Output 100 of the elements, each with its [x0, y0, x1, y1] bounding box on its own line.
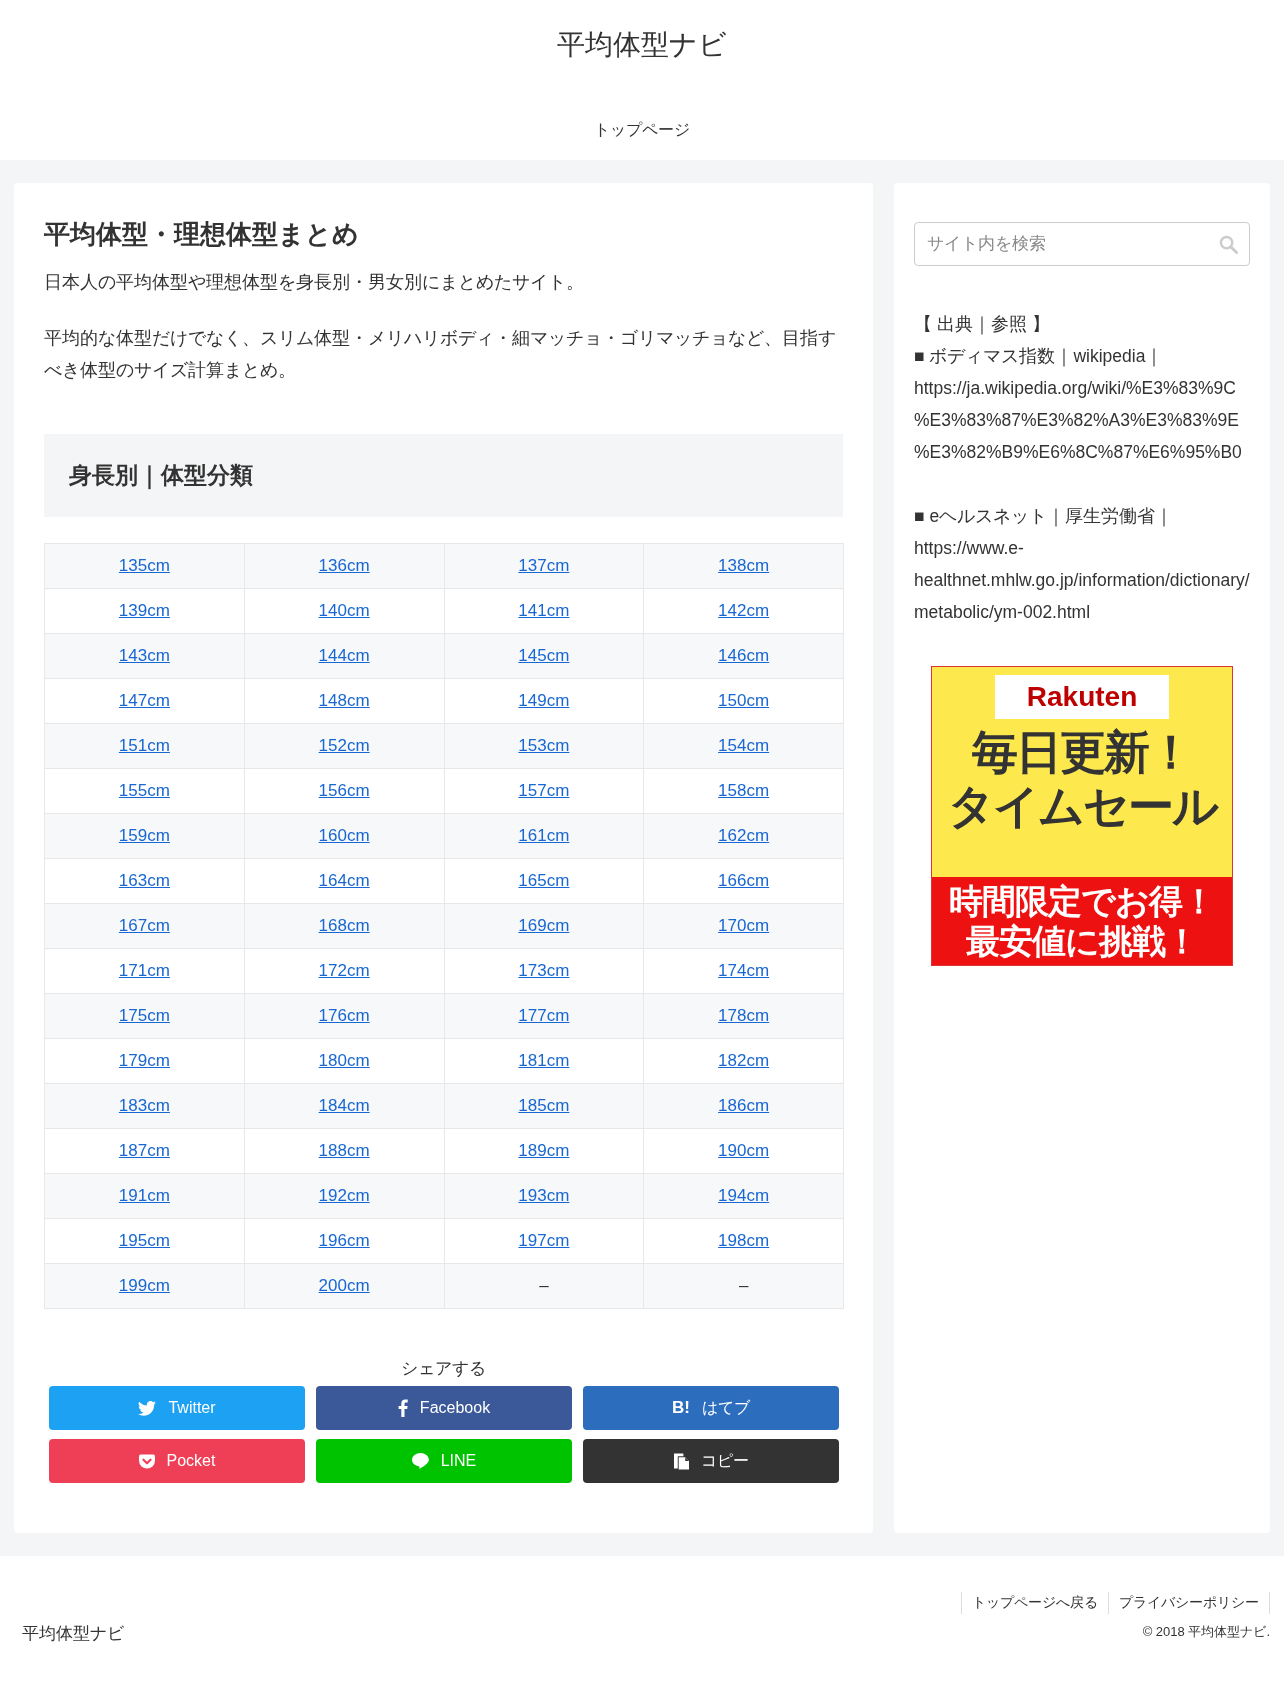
- height-link[interactable]: 143cm: [118, 646, 170, 665]
- height-link[interactable]: 200cm: [318, 1276, 370, 1295]
- height-link[interactable]: 147cm: [118, 691, 170, 710]
- height-link[interactable]: 170cm: [718, 916, 770, 935]
- height-link[interactable]: 190cm: [718, 1141, 770, 1160]
- height-link[interactable]: 191cm: [118, 1186, 170, 1205]
- search-icon[interactable]: [1219, 235, 1238, 254]
- height-link[interactable]: 165cm: [518, 871, 570, 890]
- height-link[interactable]: 178cm: [718, 1006, 770, 1025]
- paragraph: 平均的な体型だけでなく、スリム体型・メリハリボディ・細マッチョ・ゴリマッチョなど、目指すべき体型のサイズ計算まとめ。: [44, 327, 837, 382]
- height-link[interactable]: 152cm: [318, 736, 370, 755]
- height-link[interactable]: 135cm: [118, 556, 170, 575]
- ad-subline: 時間限定でお得！: [949, 881, 1215, 921]
- height-link[interactable]: 168cm: [318, 916, 370, 935]
- letter-f-icon: [397, 1399, 408, 1417]
- copyright: © 2018 平均体型ナビ.: [1142, 1623, 1270, 1641]
- copy-share-button[interactable]: コピー: [583, 1439, 839, 1483]
- height-link[interactable]: 174cm: [718, 961, 770, 980]
- height-link[interactable]: 155cm: [118, 781, 170, 800]
- footer-link[interactable]: プライバシーポリシー: [1108, 1592, 1270, 1614]
- nav-link[interactable]: トップページ: [594, 121, 690, 138]
- height-link[interactable]: 199cm: [118, 1276, 170, 1295]
- footer-site-name[interactable]: 平均体型ナビ: [22, 1622, 124, 1645]
- height-link[interactable]: 145cm: [518, 646, 570, 665]
- height-link[interactable]: 160cm: [318, 826, 370, 845]
- height-link[interactable]: 188cm: [318, 1141, 370, 1160]
- pocket-icon: [138, 1453, 155, 1469]
- height-link[interactable]: 163cm: [118, 871, 170, 890]
- height-link[interactable]: 154cm: [718, 736, 770, 755]
- search-field[interactable]: サイト内を検索: [914, 222, 1250, 266]
- source-label: ■ eヘルスネット｜厚生労働省｜: [914, 505, 1175, 529]
- height-link[interactable]: 187cm: [118, 1141, 170, 1160]
- height-link[interactable]: 167cm: [118, 916, 170, 935]
- ad-headline: 毎日更新！: [972, 725, 1192, 779]
- height-link[interactable]: 149cm: [518, 691, 570, 710]
- height-link[interactable]: 180cm: [318, 1051, 370, 1070]
- height-link[interactable]: 182cm: [718, 1051, 770, 1070]
- height-link[interactable]: 184cm: [318, 1096, 370, 1115]
- source-url: https://ja.wikipedia.org/wiki/%E3%83%9C%E3%83%87%E3%82%A3%E3%83%9E%E3%82%B9%E6%8C%87%E6%95%B0: [914, 377, 1243, 464]
- height-link[interactable]: 195cm: [118, 1231, 170, 1250]
- hatena-share-button[interactable]: B! はてブ: [583, 1386, 839, 1430]
- ad-logo: Rakuten: [1026, 681, 1138, 713]
- twitter-share-button[interactable]: Twitter: [49, 1386, 305, 1430]
- height-link[interactable]: 138cm: [718, 556, 770, 575]
- height-link[interactable]: 179cm: [118, 1051, 170, 1070]
- height-link[interactable]: 198cm: [718, 1231, 770, 1250]
- source-url: https://www.e-healthnet.mhlw.go.jp/information/dictionary/metabolic/ym-002.html: [914, 537, 1250, 624]
- footer-link[interactable]: トップページへ戻る: [961, 1592, 1108, 1614]
- height-link[interactable]: 197cm: [518, 1231, 570, 1250]
- dash-text: –: [738, 1276, 749, 1295]
- height-link[interactable]: 176cm: [318, 1006, 370, 1025]
- height-link[interactable]: 183cm: [118, 1096, 170, 1115]
- height-link[interactable]: 151cm: [118, 736, 170, 755]
- copy-icon: [673, 1452, 689, 1470]
- height-link[interactable]: 169cm: [518, 916, 570, 935]
- height-link[interactable]: 164cm: [318, 871, 370, 890]
- hatena-mark: B!: [672, 1398, 690, 1418]
- ad-headline: タイムセール: [947, 779, 1217, 833]
- height-link[interactable]: 159cm: [118, 826, 170, 845]
- height-link[interactable]: 189cm: [518, 1141, 570, 1160]
- height-link[interactable]: 146cm: [718, 646, 770, 665]
- height-link[interactable]: 193cm: [518, 1186, 570, 1205]
- speech-bubble-icon: [411, 1453, 429, 1469]
- site-title[interactable]: 平均体型ナビ: [557, 26, 727, 64]
- height-link[interactable]: 185cm: [518, 1096, 570, 1115]
- height-link[interactable]: 140cm: [318, 601, 370, 620]
- height-link[interactable]: 153cm: [518, 736, 570, 755]
- height-link[interactable]: 166cm: [718, 871, 770, 890]
- ad-subline: 最安値に挑戦！: [966, 921, 1198, 961]
- height-link[interactable]: 136cm: [318, 556, 370, 575]
- height-link[interactable]: 139cm: [118, 601, 170, 620]
- height-link[interactable]: 192cm: [318, 1186, 370, 1205]
- ad-banner[interactable]: Rakuten 毎日更新！ タイムセール 時間限定でお得！ 最安値に挑戦！: [931, 666, 1233, 966]
- sources-heading: 【 出典｜参照 】: [914, 313, 1051, 337]
- bird-icon: [138, 1400, 157, 1416]
- height-link[interactable]: 175cm: [118, 1006, 170, 1025]
- height-link[interactable]: 181cm: [518, 1051, 570, 1070]
- facebook-share-button[interactable]: Facebook: [316, 1386, 572, 1430]
- height-link[interactable]: 162cm: [718, 826, 770, 845]
- height-link[interactable]: 196cm: [318, 1231, 370, 1250]
- height-link[interactable]: 171cm: [118, 961, 170, 980]
- height-link[interactable]: 194cm: [718, 1186, 770, 1205]
- height-link[interactable]: 157cm: [518, 781, 570, 800]
- height-link[interactable]: 144cm: [318, 646, 370, 665]
- paragraph: 日本人の平均体型や理想体型を身長別・男女別にまとめたサイト。: [44, 271, 585, 294]
- height-link[interactable]: 156cm: [318, 781, 370, 800]
- height-link[interactable]: 173cm: [518, 961, 570, 980]
- height-link[interactable]: 161cm: [518, 826, 570, 845]
- height-link[interactable]: 137cm: [518, 556, 570, 575]
- height-link[interactable]: 148cm: [318, 691, 370, 710]
- dash-text: –: [539, 1276, 549, 1295]
- height-link[interactable]: 142cm: [718, 601, 770, 620]
- height-link[interactable]: 186cm: [718, 1096, 770, 1115]
- height-link[interactable]: 158cm: [718, 781, 770, 800]
- height-link[interactable]: 177cm: [518, 1006, 570, 1025]
- share-label: シェアする: [400, 1358, 487, 1380]
- pocket-share-button[interactable]: Pocket: [49, 1439, 305, 1483]
- height-link[interactable]: 172cm: [318, 961, 370, 980]
- height-link[interactable]: 141cm: [518, 601, 570, 620]
- height-link[interactable]: 150cm: [718, 691, 770, 710]
